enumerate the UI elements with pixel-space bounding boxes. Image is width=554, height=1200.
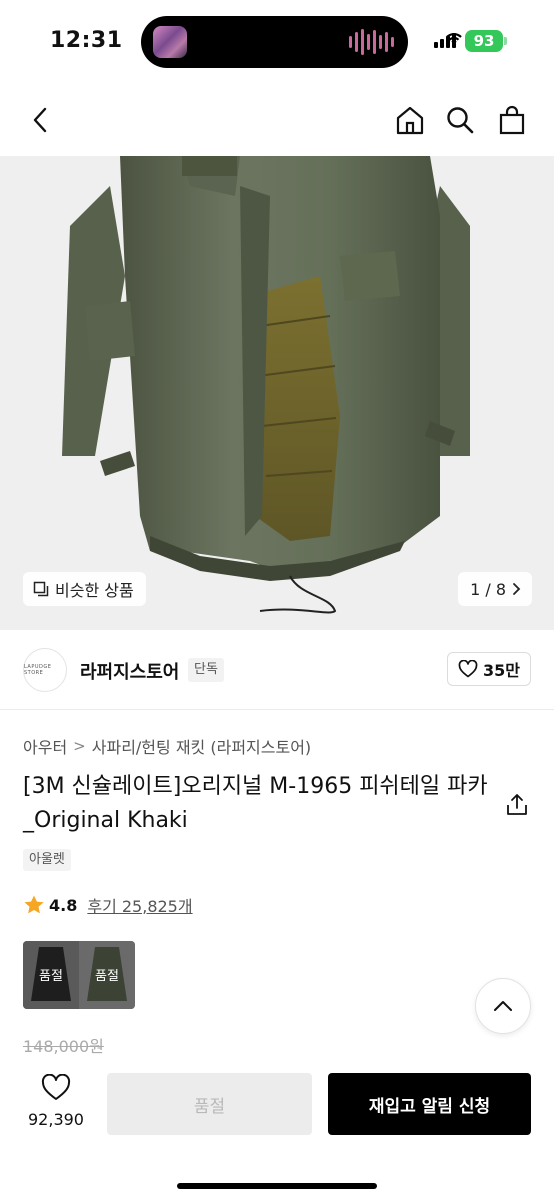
review-count-link[interactable]: 후기 25,825개	[87, 893, 192, 917]
product-image-carousel[interactable]: 비슷한 상품 1 / 8	[0, 156, 554, 630]
store-like-button[interactable]: 35만	[447, 652, 531, 686]
nav-bar	[0, 84, 554, 156]
search-button[interactable]	[442, 102, 478, 138]
cart-button[interactable]	[494, 102, 530, 138]
chevron-right-icon	[513, 583, 521, 595]
home-icon	[396, 106, 424, 135]
dynamic-island[interactable]	[141, 16, 408, 68]
original-price: 148,000원	[23, 1037, 104, 1056]
similar-products-label: 비슷한 상품	[55, 581, 134, 600]
battery-icon: 93	[465, 30, 503, 52]
now-playing-artwork	[153, 26, 187, 58]
home-indicator[interactable]	[177, 1183, 377, 1189]
soldout-button: 품절	[107, 1073, 312, 1135]
option-soldout-label: 품절	[39, 969, 63, 984]
chevron-right-icon: >	[73, 737, 86, 755]
store-name[interactable]: 라퍼지스토어	[80, 658, 179, 684]
back-button[interactable]	[22, 102, 58, 138]
share-button[interactable]	[504, 792, 530, 818]
breadcrumb-item[interactable]: 사파리/헌팅 재킷 (라퍼지스토어)	[92, 734, 311, 758]
outlet-tag: 아울렛	[23, 849, 71, 871]
store-row: LAPUDGE STORE 라퍼지스토어 단독 35만	[0, 630, 554, 710]
battery-cap	[504, 37, 507, 45]
color-option-black[interactable]: 품절	[23, 941, 79, 1009]
status-bar: 12:31 93	[0, 0, 554, 84]
color-options: 품절 품절	[23, 941, 135, 1009]
audio-wave-icon	[349, 28, 394, 56]
wifi-icon	[446, 33, 462, 45]
chevron-up-icon	[494, 1001, 512, 1011]
color-option-khaki[interactable]: 품절	[79, 941, 135, 1009]
rating-row: 4.8 후기 25,825개	[23, 893, 193, 917]
heart-icon	[458, 660, 478, 678]
store-logo-text: LAPUDGE STORE	[24, 664, 52, 676]
scroll-to-top-button[interactable]	[475, 978, 531, 1034]
share-icon	[507, 794, 527, 815]
store-logo[interactable]: LAPUDGE STORE	[23, 648, 67, 692]
breadcrumb: 아우터 > 사파리/헌팅 재킷 (라퍼지스토어)	[23, 734, 311, 758]
heart-icon	[41, 1073, 71, 1100]
battery-level: 93	[473, 32, 495, 50]
chevron-left-icon	[33, 107, 47, 133]
restock-alert-button[interactable]: 재입고 알림 신청	[328, 1073, 531, 1135]
image-counter-text: 1 / 8	[470, 579, 506, 599]
wishlist-count: 92,390	[28, 1110, 84, 1129]
shopping-bag-icon	[499, 105, 525, 135]
bottom-action-bar: 92,390 품절 재입고 알림 신청	[0, 1062, 554, 1200]
rating-value: 4.8	[49, 895, 78, 915]
product-title: [3M 신슐레이트]오리지널 M-1965 피쉬테일 파카_Original K…	[23, 774, 488, 833]
store-like-count: 35만	[483, 661, 520, 680]
image-counter[interactable]: 1 / 8	[458, 572, 532, 606]
star-icon	[24, 895, 44, 914]
product-photo	[62, 156, 470, 614]
home-button[interactable]	[392, 102, 428, 138]
wishlist-button[interactable]: 92,390	[23, 1073, 89, 1129]
breadcrumb-item[interactable]: 아우터	[23, 734, 67, 758]
copy-icon	[33, 581, 49, 597]
option-soldout-label: 품절	[95, 969, 119, 984]
search-icon	[447, 107, 474, 134]
status-time: 12:31	[50, 28, 123, 53]
exclusive-badge: 단독	[188, 658, 224, 682]
similar-products-button[interactable]: 비슷한 상품	[23, 572, 146, 606]
